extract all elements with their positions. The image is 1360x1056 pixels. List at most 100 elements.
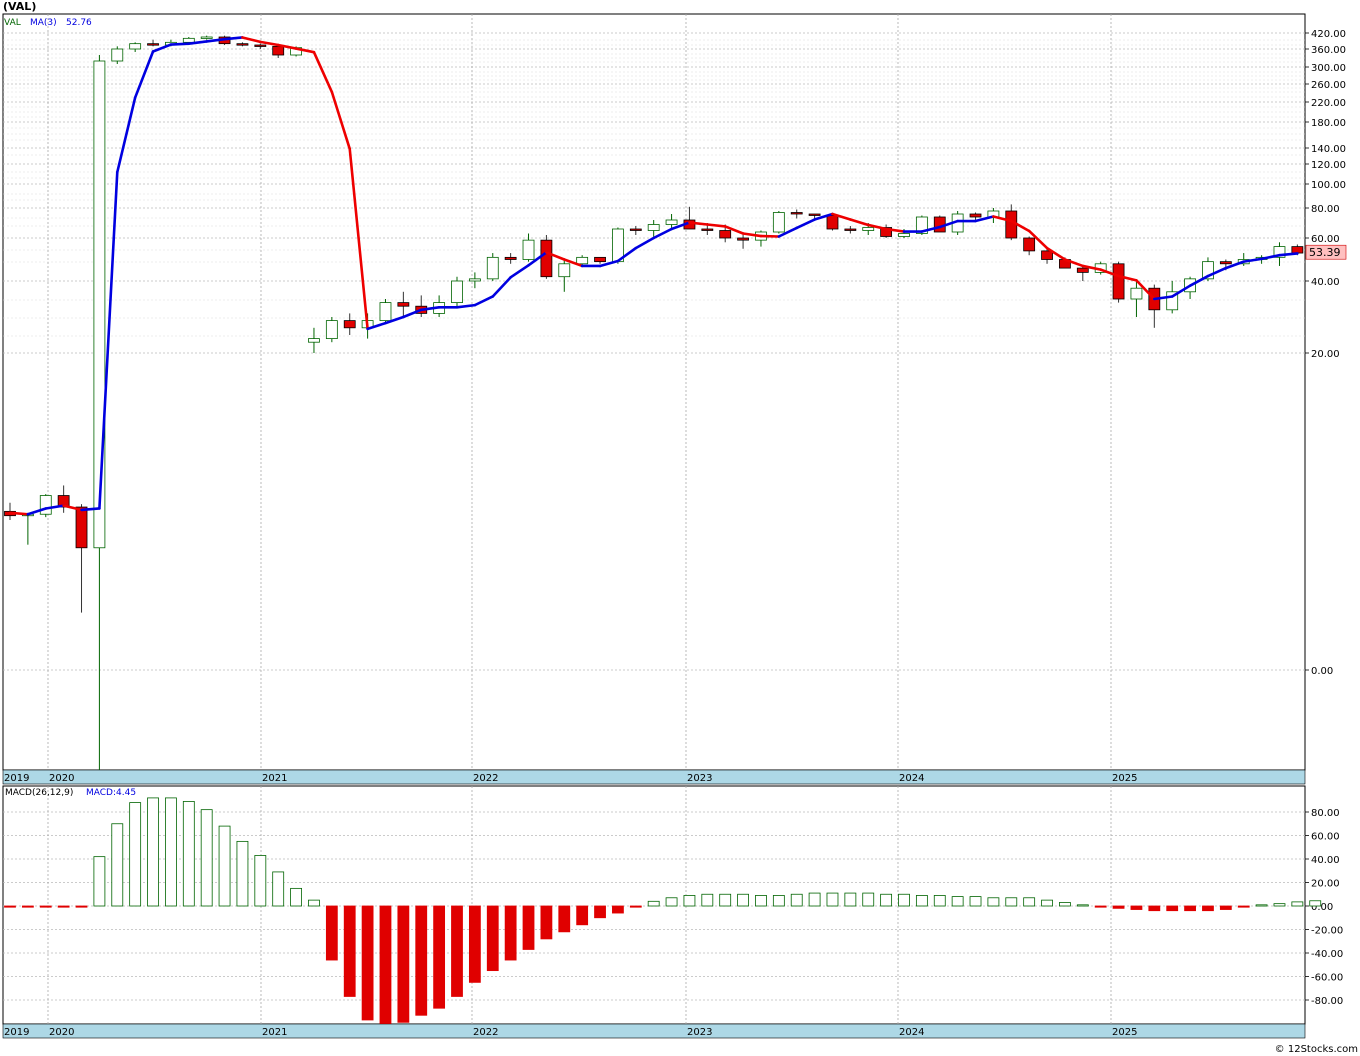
macd-bar xyxy=(397,905,410,1023)
price-y-tick-label: 60.00 xyxy=(1311,234,1340,245)
candle-body xyxy=(737,237,749,241)
price-y-tick-label: 120.00 xyxy=(1311,160,1346,171)
x-tick-label: 2019 xyxy=(4,1027,29,1038)
price-y-tick-label: 360.00 xyxy=(1311,45,1346,56)
macd-bar xyxy=(1094,905,1107,908)
candle-body xyxy=(200,36,213,39)
macd-bar xyxy=(612,905,624,914)
candle-body xyxy=(379,302,392,322)
candle-body xyxy=(129,43,142,50)
price-y-tick-label: 100.00 xyxy=(1311,180,1346,191)
macd-bar xyxy=(1166,905,1179,912)
macd-bar xyxy=(75,905,88,908)
macd-y-tick-label: -80.00 xyxy=(1311,996,1343,1007)
macd-y-tick-label: 20.00 xyxy=(1311,879,1340,890)
x-tick-label: 2019 xyxy=(4,773,29,784)
macd-bar xyxy=(39,905,52,908)
macd-bar xyxy=(933,895,946,907)
macd-bar xyxy=(755,895,767,907)
candle-body xyxy=(522,239,535,260)
candle-body xyxy=(629,228,642,231)
macd-bar xyxy=(93,856,106,907)
price-panel-frame xyxy=(2,13,1306,771)
macd-bar xyxy=(433,905,446,1009)
x-tick-label: 2022 xyxy=(473,773,498,784)
macd-bar xyxy=(647,900,660,907)
macd-bar xyxy=(343,905,356,997)
macd-bar xyxy=(182,801,195,907)
price-legend-ma-label: MA(3) xyxy=(30,18,57,28)
macd-bar xyxy=(1202,905,1214,912)
macd-y-tick-label: 80.00 xyxy=(1311,808,1340,819)
macd-y-tick-label: 40.00 xyxy=(1311,855,1340,866)
macd-bar xyxy=(719,893,732,907)
macd-bar xyxy=(898,893,910,907)
candle-body xyxy=(397,302,410,307)
macd-bar xyxy=(1273,903,1286,907)
macd-bar xyxy=(1041,899,1053,907)
macd-bar xyxy=(1237,905,1250,908)
macd-bar xyxy=(1148,905,1161,912)
macd-bar xyxy=(57,905,70,908)
macd-bar xyxy=(308,899,320,907)
macd-bar xyxy=(254,855,267,907)
candle-body xyxy=(576,256,589,265)
macd-bar xyxy=(701,893,714,907)
price-date-band xyxy=(2,769,1306,785)
macd-bar xyxy=(522,905,535,950)
macd-bar xyxy=(236,840,249,907)
candle-body xyxy=(504,256,517,260)
macd-y-tick-label: -20.00 xyxy=(1311,926,1343,937)
macd-bar xyxy=(1023,897,1036,907)
macd-bar xyxy=(1309,900,1322,907)
candle-body xyxy=(93,60,106,549)
macd-bar xyxy=(1130,905,1143,910)
ma3-segment xyxy=(223,36,244,41)
last-price-label: 53.39 xyxy=(1309,246,1341,259)
macd-bar xyxy=(272,871,285,907)
x-tick-label: 2020 xyxy=(49,1027,74,1038)
macd-bar xyxy=(1291,901,1304,907)
macd-bar xyxy=(325,905,338,961)
price-y-tick-label: 260.00 xyxy=(1311,80,1346,91)
site-credit: © 12Stocks.com xyxy=(1274,1044,1358,1055)
stock-chart: 420.00 360.00 300.00 260.00 220.00 180.00 140.… xyxy=(2,13,1347,1039)
price-y-tick-label: 300.00 xyxy=(1311,63,1346,74)
macd-bar xyxy=(951,896,964,907)
candle-body xyxy=(1219,261,1232,265)
macd-y-tick-label: -60.00 xyxy=(1311,973,1343,984)
macd-bar xyxy=(594,905,606,919)
x-tick-label: 2024 xyxy=(899,1027,924,1038)
macd-bar xyxy=(665,897,678,907)
x-tick-label: 2020 xyxy=(49,773,74,784)
x-tick-label: 2025 xyxy=(1112,1027,1137,1038)
macd-bar xyxy=(915,895,928,907)
candle-body xyxy=(182,37,195,43)
price-y-tick-label: 80.00 xyxy=(1311,204,1340,215)
candle-body xyxy=(1291,246,1304,254)
candle-body xyxy=(862,227,875,231)
candle-body xyxy=(451,280,463,304)
macd-bar xyxy=(772,895,785,907)
candle-body xyxy=(343,320,356,329)
macd-bar xyxy=(969,896,982,907)
macd-bar xyxy=(683,895,696,907)
x-tick-label: 2025 xyxy=(1112,773,1137,784)
macd-bar xyxy=(1112,905,1125,909)
candle-body xyxy=(468,278,481,282)
price-y-tick-label: 220.00 xyxy=(1311,98,1346,109)
candle-body xyxy=(665,219,678,225)
candle-body xyxy=(719,230,732,239)
candle-body xyxy=(272,45,285,56)
candle-body xyxy=(1041,250,1053,260)
macd-bar xyxy=(737,893,749,907)
macd-bar xyxy=(4,905,16,908)
macd-bar xyxy=(826,892,839,907)
candle-body xyxy=(1130,287,1143,300)
candle-body xyxy=(111,48,124,62)
candle-body xyxy=(898,233,910,237)
candle-body xyxy=(594,256,606,263)
candle-body xyxy=(325,320,338,340)
macd-legend-value: MACD:4.45 xyxy=(86,788,136,798)
candle-body xyxy=(486,256,499,280)
